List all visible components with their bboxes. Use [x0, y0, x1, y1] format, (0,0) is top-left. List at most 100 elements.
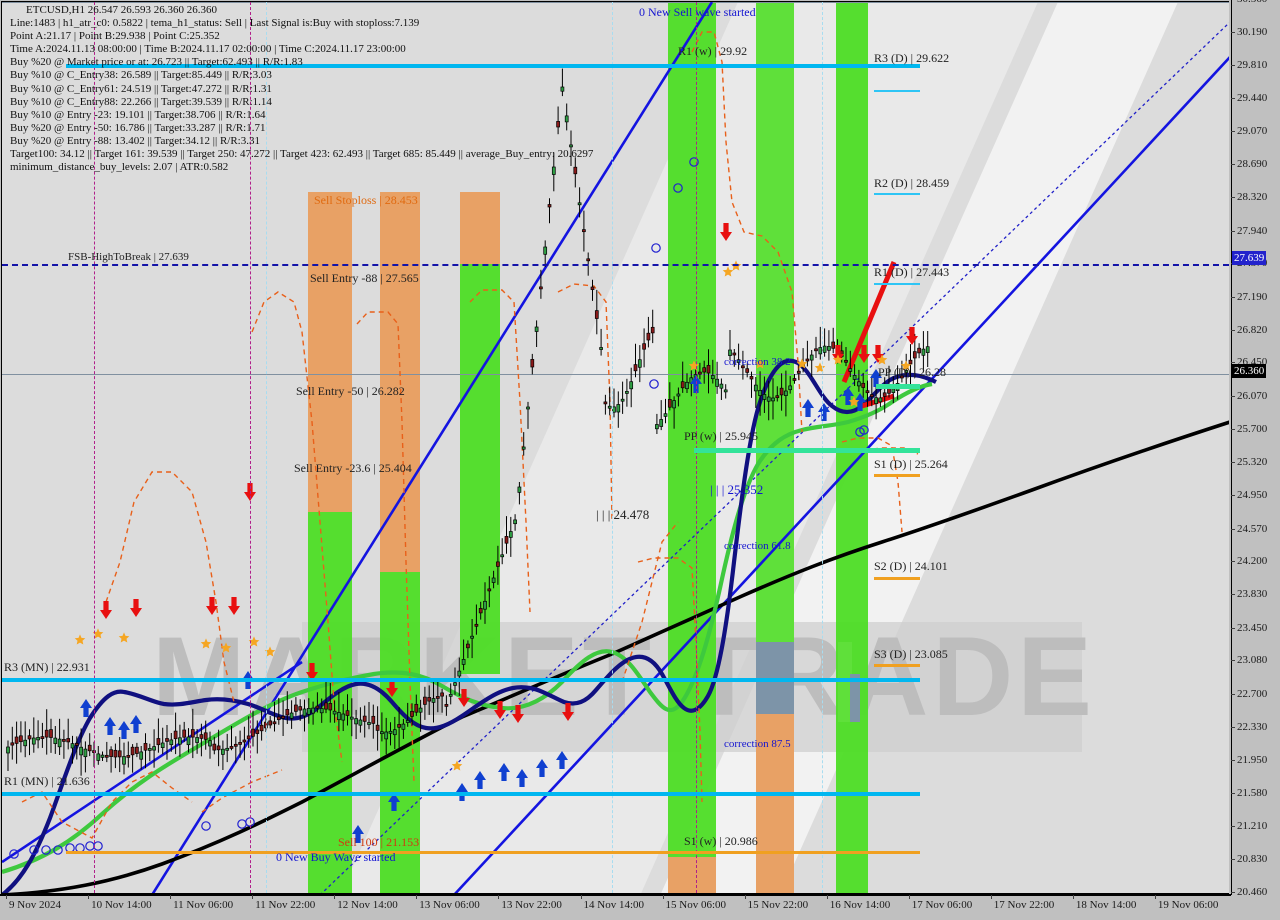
chart-plot-area[interactable]: MARKET TRADE R1 (w) | 29.92 R3 (D) | 29.… — [1, 1, 1229, 894]
price-tick-label: 22.700 — [1237, 687, 1268, 700]
price-tick-mark — [1231, 561, 1235, 563]
level-line-r1mn — [2, 792, 920, 796]
buy-arrow-icon — [80, 699, 92, 717]
current-price-label: 27.639 — [1232, 251, 1267, 266]
time-tick-mark — [826, 895, 828, 899]
sell-arrow-icon — [228, 597, 240, 615]
info-marker-icon — [9, 849, 19, 859]
star-marker-icon — [688, 360, 700, 371]
level-line-r3d — [874, 90, 920, 92]
time-tick-label: 11 Nov 22:00 — [255, 899, 316, 911]
level-label-s2d: S2 (D) | 24.101 — [874, 559, 948, 573]
sell-arrow-icon — [906, 327, 918, 345]
price-tick-label: 21.950 — [1237, 754, 1268, 767]
level-line-r2d — [874, 193, 920, 195]
level-label-ppw: PP (w) | 25.945 — [684, 429, 758, 443]
price-tick-mark — [1231, 594, 1235, 595]
time-axis-line — [0, 895, 1231, 896]
price-tick: 26.820 — [1231, 324, 1280, 336]
price-tick-mark — [1231, 726, 1235, 728]
level-label-s1d: S1 (D) | 25.264 — [874, 457, 948, 471]
level-label-r3d: R3 (D) | 29.622 — [874, 51, 950, 65]
price-tick-label: 23.830 — [1237, 588, 1268, 600]
price-tick: 28.690 — [1231, 158, 1280, 170]
price-tick: 21.950 — [1231, 754, 1280, 766]
price-tick-label: 24.570 — [1237, 522, 1268, 535]
level-line-fsb — [2, 264, 1229, 266]
price-tick-mark — [1231, 627, 1235, 629]
price-tick-mark — [1231, 793, 1235, 794]
annotation-new-sell-wave: 0 New Sell wave started — [639, 5, 756, 19]
price-tick: 24.950 — [1231, 489, 1280, 501]
time-tick-mark — [908, 895, 910, 899]
price-axis[interactable]: 30.560 30.190 29.810 29.440 29.070 28.690 28.3… — [1231, 0, 1280, 898]
time-tick-mark — [990, 895, 992, 899]
info-marker-icon — [649, 379, 659, 389]
buy-arrow-icon — [498, 763, 510, 781]
star-marker-icon — [74, 634, 86, 645]
annotation-new-buy-wave: 0 New Buy Wave started — [276, 850, 396, 864]
header-line: Point A:21.17 | Point B:29.938 | Point C… — [10, 30, 220, 43]
level-line-r3mn — [2, 678, 920, 682]
annotation-fib-25352: | | | 25.352 — [710, 482, 764, 497]
buy-arrow-icon — [802, 399, 814, 417]
time-tick-label: 17 Nov 06:00 — [911, 899, 973, 911]
price-tick: 20.460 — [1231, 886, 1280, 898]
current-price-label: 26.360 — [1232, 364, 1267, 379]
price-tick: 29.070 — [1231, 125, 1280, 137]
time-tick-label: 9 Nov 2024 — [9, 899, 61, 911]
price-tick-mark — [1231, 164, 1235, 166]
sell-arrow-icon — [130, 599, 142, 617]
header-line: Buy %10 @ C_Entry61: 24.519 || Target:47… — [10, 82, 272, 95]
annotation-correction-875: correction 87.5 — [724, 738, 791, 750]
time-tick-label: 19 Nov 06:00 — [1157, 899, 1219, 911]
price-tick-mark — [1231, 495, 1235, 496]
price-tick-mark — [1231, 825, 1235, 827]
info-marker-icon — [651, 243, 661, 253]
star-marker-icon — [796, 358, 808, 369]
sell-arrow-icon — [562, 703, 574, 721]
level-label-r1d: R1 (D) | 27.443 — [874, 265, 950, 279]
price-tick: 28.320 — [1231, 191, 1280, 203]
time-axis[interactable]: 9 Nov 2024 10 Nov 14:00 11 Nov 06:00 11 Nov… — [0, 895, 1280, 920]
info-marker-icon — [53, 845, 63, 855]
star-marker-icon — [814, 362, 826, 373]
annotation-correction-618: correction 61.8 — [724, 540, 791, 552]
sell-arrow-icon — [720, 223, 732, 241]
time-tick-mark — [744, 895, 746, 899]
price-tick-mark — [1231, 760, 1235, 762]
info-marker-icon — [93, 841, 103, 851]
sell-arrow-icon — [458, 689, 470, 707]
price-tick-label: 23.080 — [1237, 654, 1268, 667]
time-tick-mark — [6, 895, 7, 899]
price-tick-label: 21.580 — [1237, 787, 1268, 799]
header-line: Buy %10 @ C_Entry38: 26.589 || Target:85… — [10, 69, 272, 82]
level-line-s1d — [874, 474, 920, 477]
price-tick-mark — [1231, 528, 1235, 530]
level-label-fsb: FSB-HighToBreak | 27.639 — [68, 251, 189, 263]
price-tick-mark — [1231, 660, 1235, 662]
time-tick-mark — [334, 895, 336, 899]
price-tick-label: 24.200 — [1237, 555, 1268, 568]
level-label-ppd: PP (D) | 26.28 — [878, 365, 946, 379]
time-tick-label: 14 Nov 14:00 — [583, 899, 645, 911]
level-label-r2d: R2 (D) | 28.459 — [874, 176, 950, 190]
header-line: Target100: 34.12 || Target 161: 39.539 |… — [10, 148, 594, 161]
buy-arrow-icon — [556, 751, 568, 769]
price-tick: 21.210 — [1231, 820, 1280, 832]
price-tick-mark — [1231, 230, 1235, 232]
symbol-header: ETCUSD,H1 26.547 26.593 26.360 26.360 — [26, 4, 217, 16]
price-tick-mark — [1231, 428, 1235, 430]
price-tick: 23.830 — [1231, 588, 1280, 600]
price-tick-mark — [1231, 396, 1235, 397]
price-tick-label: 21.210 — [1237, 819, 1268, 832]
price-tick-mark — [1231, 130, 1235, 132]
time-tick-label: 11 Nov 06:00 — [173, 899, 234, 911]
price-tick: 20.830 — [1231, 853, 1280, 865]
price-tick-mark — [1231, 98, 1235, 99]
level-label-r3mn: R3 (MN) | 22.931 — [4, 660, 90, 674]
header-line: Buy %20 @ Market price or at: 26.723 || … — [10, 56, 303, 69]
price-tick-label: 29.810 — [1237, 59, 1268, 72]
trade-label-sell-stoploss: Sell Stoploss | 28.453 — [314, 193, 418, 207]
level-label-r1mn: R1 (MN) | 21.636 — [4, 774, 90, 788]
